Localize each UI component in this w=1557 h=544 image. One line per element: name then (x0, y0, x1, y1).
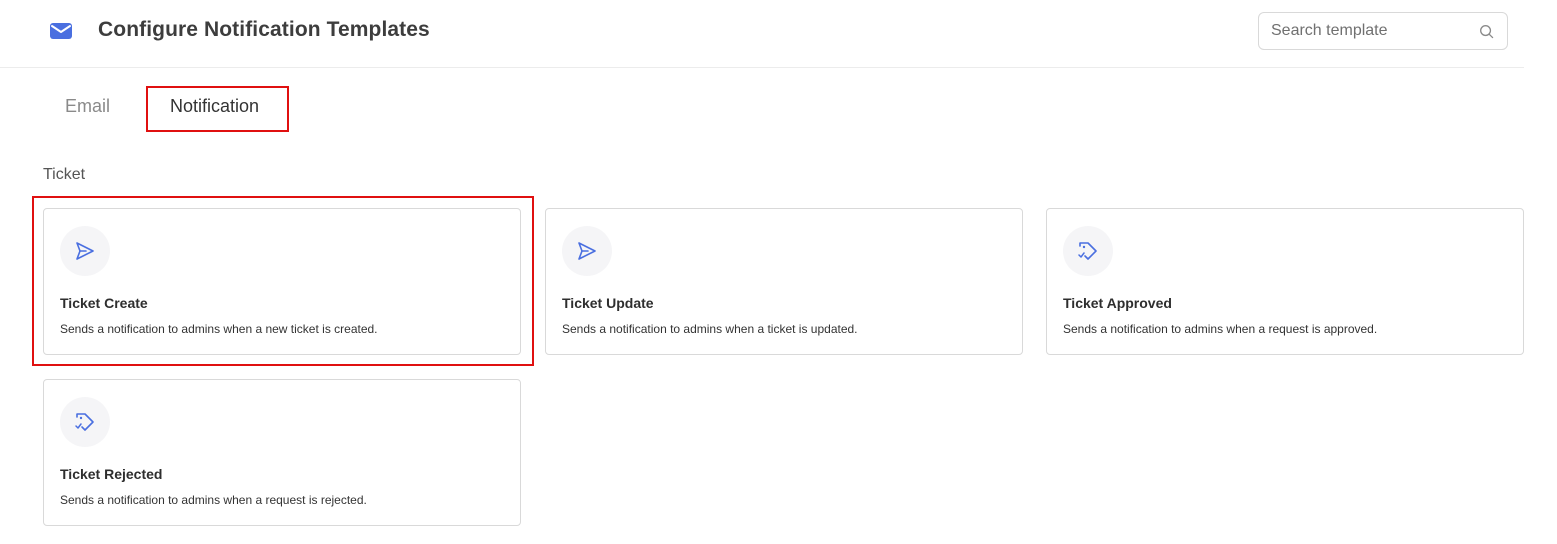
search-input[interactable] (1271, 13, 1471, 49)
page: Configure Notification Templates Email N… (0, 0, 1557, 544)
template-card-ticket-create[interactable]: Ticket Create Sends a notification to ad… (43, 208, 521, 355)
card-icon-container (1063, 226, 1113, 276)
envelope-icon (50, 23, 72, 39)
send-icon (76, 242, 94, 260)
header: Configure Notification Templates (0, 0, 1524, 68)
template-card-ticket-approved[interactable]: Ticket Approved Sends a notification to … (1046, 208, 1524, 355)
card-description: Sends a notification to admins when a re… (60, 493, 367, 507)
card-icon-container (562, 226, 612, 276)
tag-check-icon (1078, 242, 1097, 260)
template-card-ticket-rejected[interactable]: Ticket Rejected Sends a notification to … (43, 379, 521, 526)
card-title: Ticket Approved (1063, 295, 1172, 311)
tab-notification[interactable]: Notification (170, 96, 259, 117)
search-icon[interactable] (1479, 24, 1494, 39)
tag-check-icon (75, 413, 94, 431)
card-icon-container (60, 397, 110, 447)
card-description: Sends a notification to admins when a ti… (562, 322, 858, 336)
tab-email[interactable]: Email (65, 96, 110, 117)
template-card-ticket-update[interactable]: Ticket Update Sends a notification to ad… (545, 208, 1023, 355)
section-title: Ticket (43, 166, 86, 183)
card-title: Ticket Create (60, 295, 148, 311)
search-box[interactable] (1258, 12, 1508, 50)
send-icon (578, 242, 596, 260)
card-description: Sends a notification to admins when a re… (1063, 322, 1378, 336)
card-title: Ticket Update (562, 295, 654, 311)
card-icon-container (60, 226, 110, 276)
card-description: Sends a notification to admins when a ne… (60, 322, 378, 336)
card-title: Ticket Rejected (60, 466, 163, 482)
page-title: Configure Notification Templates (98, 18, 430, 41)
tab-notification-highlight: Notification (146, 86, 289, 132)
